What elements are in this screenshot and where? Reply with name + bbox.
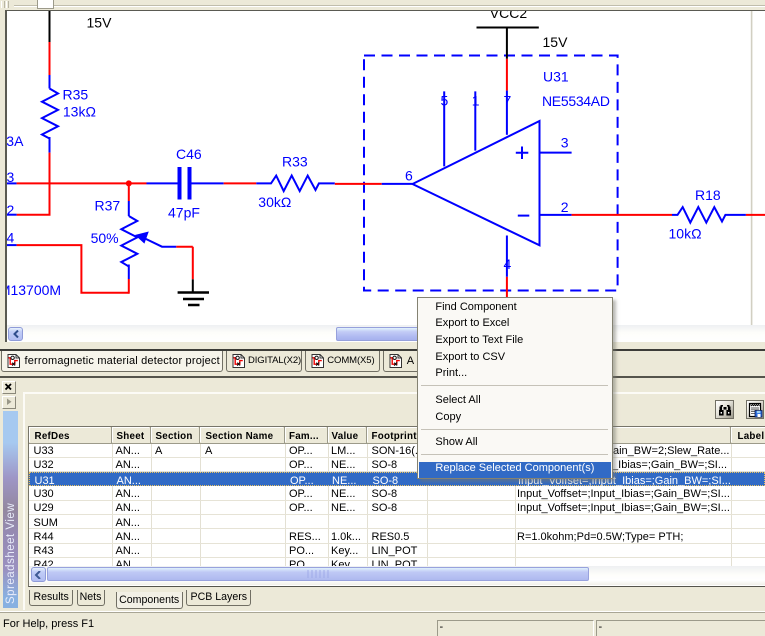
svg-text:6: 6: [405, 167, 413, 183]
svg-text:47pF: 47pF: [168, 205, 200, 221]
svg-text:5: 5: [441, 93, 449, 109]
svg-text:R37: R37: [95, 198, 121, 214]
svg-text:7: 7: [504, 93, 512, 109]
svg-text:3: 3: [7, 169, 15, 185]
svg-text:15V: 15V: [543, 34, 569, 50]
svg-text:15V: 15V: [87, 15, 113, 31]
svg-text:2: 2: [561, 199, 569, 215]
svg-text:M13700M: M13700M: [7, 282, 61, 298]
svg-text:VCC2: VCC2: [490, 11, 528, 21]
svg-text:4: 4: [7, 230, 15, 246]
svg-text:3: 3: [561, 135, 569, 151]
svg-text:4: 4: [504, 256, 512, 272]
svg-text:2: 2: [7, 202, 15, 218]
svg-text:C46: C46: [176, 146, 202, 162]
svg-text:R35: R35: [63, 87, 89, 103]
svg-text:10kΩ: 10kΩ: [669, 225, 702, 241]
svg-text:1: 1: [472, 93, 480, 109]
svg-text:33A: 33A: [7, 133, 24, 149]
svg-text:U31: U31: [543, 69, 569, 85]
svg-text:13kΩ: 13kΩ: [63, 104, 96, 120]
svg-text:NE5534AD: NE5534AD: [542, 93, 610, 109]
svg-text:R33: R33: [282, 154, 308, 170]
svg-text:30kΩ: 30kΩ: [258, 194, 291, 210]
svg-text:R18: R18: [695, 187, 721, 203]
svg-text:50%: 50%: [91, 230, 119, 246]
